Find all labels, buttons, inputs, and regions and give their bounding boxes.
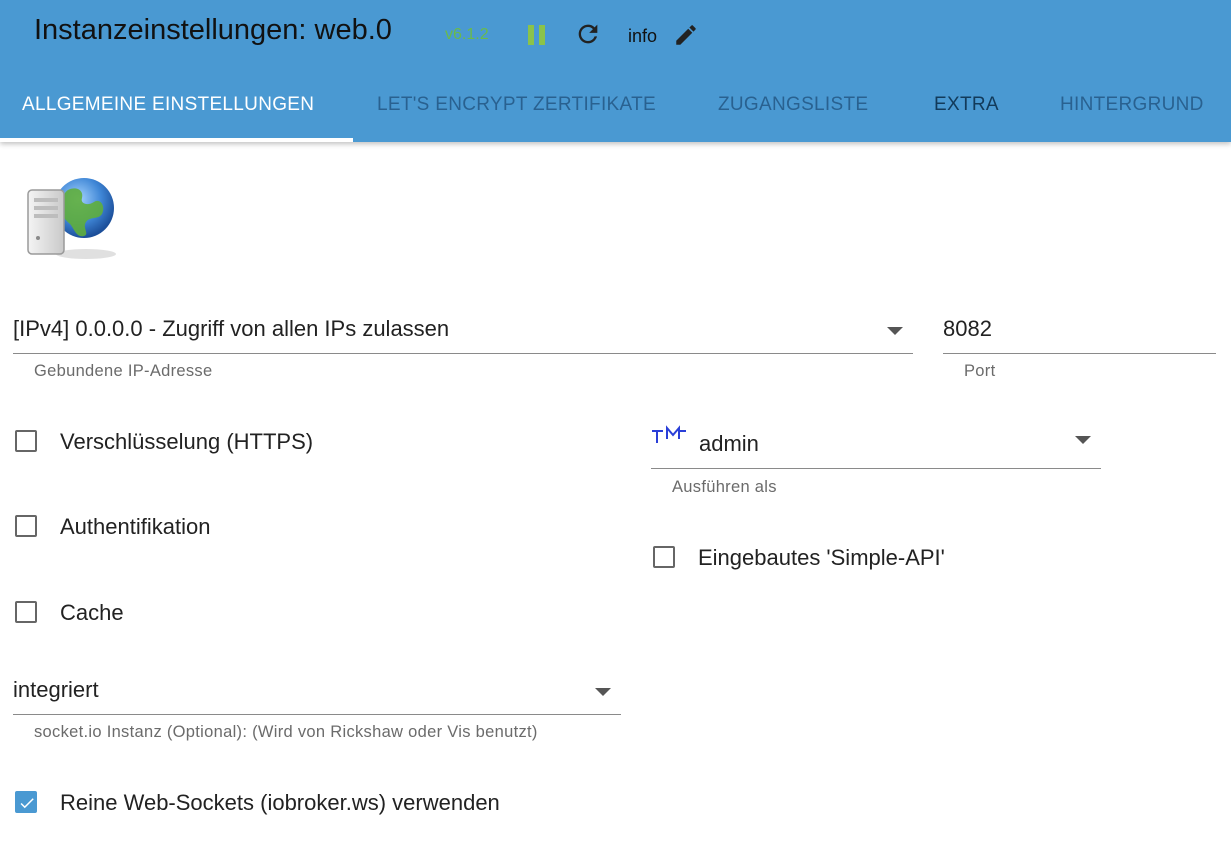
active-tab-indicator: [0, 138, 353, 142]
bind-ip-dropdown-caret[interactable]: [887, 327, 903, 335]
run-as-underline: [651, 468, 1101, 469]
bind-ip-helper: Gebundene IP-Adresse: [34, 362, 213, 380]
port-input[interactable]: 8082: [943, 316, 992, 342]
run-as-select[interactable]: admin: [699, 431, 759, 457]
simple-api-checkbox[interactable]: [653, 546, 675, 568]
page-title: Instanzeinstellungen: web.0: [34, 14, 392, 46]
version-badge: v6.1.2: [445, 26, 489, 43]
pure-ws-label[interactable]: Reine Web-Sockets (iobroker.ws) verwende…: [60, 790, 500, 816]
cache-label[interactable]: Cache: [60, 600, 124, 626]
bind-ip-select[interactable]: [IPv4] 0.0.0.0 - Zugriff von allen IPs z…: [13, 316, 449, 342]
run-as-dropdown-caret[interactable]: [1075, 436, 1091, 444]
checkmark-icon: [20, 798, 34, 809]
auth-label[interactable]: Authentifikation: [60, 514, 210, 540]
socketio-underline: [13, 714, 621, 715]
simple-api-label[interactable]: Eingebautes 'Simple-API': [698, 545, 945, 571]
app-header: Instanzeinstellungen: web.0 v6.1.2 info …: [0, 0, 1231, 142]
reload-icon[interactable]: [574, 20, 602, 48]
tab-zugangsliste[interactable]: ZUGANGSLISTE: [718, 94, 868, 116]
web-adapter-logo: [27, 178, 116, 259]
user-icon: [652, 425, 686, 443]
tab-extra[interactable]: EXTRA: [934, 94, 999, 116]
bind-ip-underline: [13, 353, 913, 354]
port-underline: [943, 353, 1216, 354]
https-checkbox[interactable]: [15, 430, 37, 452]
tab-allgemeine-einstellungen[interactable]: ALLGEMEINE EINSTELLUNGEN: [22, 94, 314, 116]
run-as-helper: Ausführen als: [672, 478, 777, 496]
socketio-select[interactable]: integriert: [13, 677, 99, 703]
https-label[interactable]: Verschlüsselung (HTTPS): [60, 429, 313, 455]
info-label: info: [628, 26, 658, 46]
tab-lets-encrypt[interactable]: LET'S ENCRYPT ZERTIFIKATE: [377, 94, 656, 116]
pure-ws-checkbox[interactable]: [15, 791, 37, 813]
pause-icon[interactable]: [527, 24, 547, 46]
socketio-dropdown-caret[interactable]: [595, 688, 611, 696]
socketio-helper: socket.io Instanz (Optional): (Wird von …: [34, 723, 538, 741]
auth-checkbox[interactable]: [15, 515, 37, 537]
port-helper: Port: [964, 362, 996, 380]
cache-checkbox[interactable]: [15, 601, 37, 623]
edit-icon[interactable]: [673, 22, 699, 48]
tab-hintergrund[interactable]: HINTERGRUND: [1060, 94, 1204, 116]
